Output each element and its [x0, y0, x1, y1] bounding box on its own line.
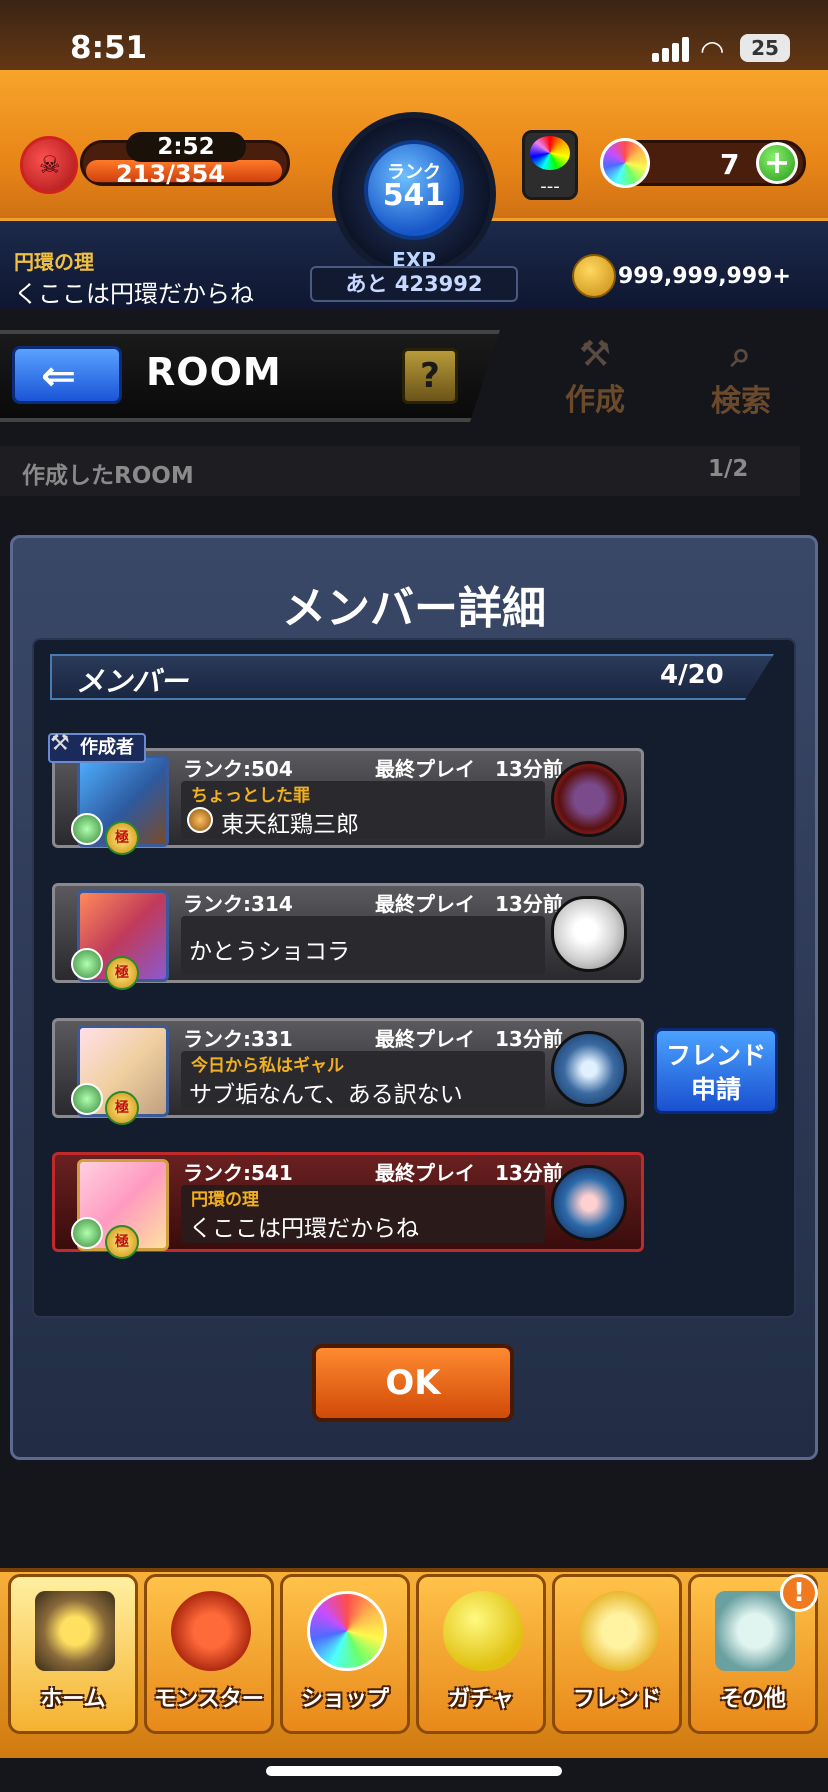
member-avatar — [551, 1165, 627, 1241]
search-room-button[interactable]: ⌕ 検索 — [686, 334, 796, 420]
friends-icon — [579, 1591, 659, 1671]
rainbow-orb-icon — [307, 1591, 387, 1671]
member-card-self[interactable]: 極 ランク:541 最終プレイ 13分前 円環の理 くここは円環だからね — [52, 1152, 644, 1259]
created-room-count: 1/2 — [708, 456, 749, 482]
member-name: サブ垢なんて、ある訳ない — [189, 1082, 463, 1108]
member-last-play: 最終プレイ 13分前 — [375, 1027, 563, 1051]
member-rank: ランク:331 — [183, 1027, 293, 1051]
clock: 8:51 — [70, 30, 148, 66]
extreme-badge-icon: 極 — [105, 1091, 139, 1125]
extreme-badge-icon: 極 — [105, 956, 139, 990]
wifi-icon: ◠ — [700, 34, 725, 67]
member-title: 今日から私はギャル — [191, 1056, 344, 1076]
nav-monster-label: モンスター — [154, 1687, 264, 1712]
member-list-label: メンバー — [76, 665, 189, 698]
nav-friend-label: フレンド — [572, 1687, 661, 1712]
alert-icon: ! — [780, 1574, 818, 1612]
rank-number: 541 — [382, 178, 446, 213]
member-card-1[interactable]: 極 ランク:504 最終プレイ 13分前 ちょっとした罪 東天紅鶏三郎 — [52, 748, 644, 855]
back-button[interactable]: ⇐ — [12, 346, 122, 404]
element-icon — [71, 1083, 103, 1115]
nav-home[interactable]: ホーム — [8, 1574, 138, 1734]
member-rank: ランク:504 — [183, 757, 293, 781]
member-count: 4/20 — [660, 660, 724, 690]
element-icon — [71, 948, 103, 980]
dialog-title: メンバー詳細 — [282, 583, 546, 634]
signal-icon — [652, 36, 692, 62]
orb-cap-orb-icon — [530, 136, 570, 170]
member-rank: ランク:541 — [183, 1161, 293, 1185]
battery-icon: 25 — [740, 34, 790, 62]
nav-gacha-label: ガチャ — [448, 1687, 514, 1712]
nav-gacha[interactable]: ガチャ — [416, 1574, 546, 1734]
nav-friend[interactable]: フレンド — [552, 1574, 682, 1734]
creator-hammer-icon: ⚒ — [50, 731, 70, 756]
create-room-button[interactable]: ⚒ 作成 — [540, 334, 650, 420]
egg-avatar-icon — [551, 896, 627, 972]
member-rank: ランク:314 — [183, 892, 293, 916]
help-button[interactable]: ? — [402, 348, 458, 404]
home-indicator — [266, 1766, 562, 1776]
back-arrow-icon: ⇐ — [41, 351, 77, 400]
member-last-play: 最終プレイ 13分前 — [375, 1161, 563, 1185]
magnifier-icon: ⌕ — [730, 334, 752, 375]
stamina-timer: 2:52 — [126, 132, 246, 162]
member-last-play: 最終プレイ 13分前 — [375, 757, 563, 781]
buy-orbs-button[interactable]: + — [756, 142, 798, 184]
ship-badge-icon — [187, 807, 213, 833]
member-name: 東天紅鶏三郎 — [221, 812, 359, 838]
nav-other-label: その他 — [719, 1687, 786, 1712]
coin-icon — [572, 254, 616, 298]
stamina-value: 213/354 — [116, 160, 225, 188]
member-avatar — [551, 761, 627, 837]
stamina-logo-icon: ☠ — [20, 136, 78, 194]
member-title: 円環の理 — [191, 1190, 259, 1210]
nav-monster[interactable]: モンスター — [144, 1574, 274, 1734]
extreme-badge-icon: 極 — [105, 1225, 139, 1259]
member-title: ちょっとした罪 — [191, 786, 310, 806]
dragon-icon — [171, 1591, 251, 1671]
member-last-play: 最終プレイ 13分前 — [375, 892, 563, 916]
egg-icon — [443, 1591, 523, 1671]
exp-remaining: あと 423992 — [310, 266, 518, 302]
hammer-icon: ⚒ — [578, 334, 612, 375]
page-title: ROOM — [146, 350, 282, 394]
orb-icon — [600, 138, 650, 188]
friend-request-label-2: 申請 — [690, 1075, 741, 1104]
home-gate-icon — [35, 1591, 115, 1671]
nav-home-label: ホーム — [40, 1687, 106, 1712]
member-name: かとうショコラ — [189, 939, 350, 965]
member-name: くここは円環だからね — [189, 1216, 419, 1242]
create-room-label: 作成 — [565, 383, 625, 418]
element-icon — [71, 813, 103, 845]
player-nickname: くここは円環だからね — [14, 280, 254, 308]
created-room-label: 作成したROOM — [22, 463, 194, 489]
element-icon — [71, 1217, 103, 1249]
nav-shop[interactable]: ショップ — [280, 1574, 410, 1734]
ok-button[interactable]: OK — [312, 1344, 514, 1422]
friend-request-button[interactable]: フレンド 申請 — [654, 1028, 778, 1114]
member-card-3[interactable]: 極 ランク:331 最終プレイ 13分前 今日から私はギャル サブ垢なんて、ある… — [52, 1018, 644, 1125]
orb-cap-text: --- — [540, 176, 560, 197]
orb-count: 7 — [720, 148, 740, 181]
nav-shop-label: ショップ — [300, 1687, 389, 1712]
member-avatar — [551, 1031, 627, 1107]
coin-count: 999,999,999+ — [618, 264, 791, 289]
search-room-label: 検索 — [711, 384, 771, 419]
friend-request-label: フレンド — [665, 1041, 766, 1070]
extreme-badge-icon: 極 — [105, 821, 139, 855]
member-card-2[interactable]: 極 ランク:314 最終プレイ 13分前 かとうショコラ — [52, 883, 644, 990]
player-title: 円環の理 — [14, 250, 94, 274]
